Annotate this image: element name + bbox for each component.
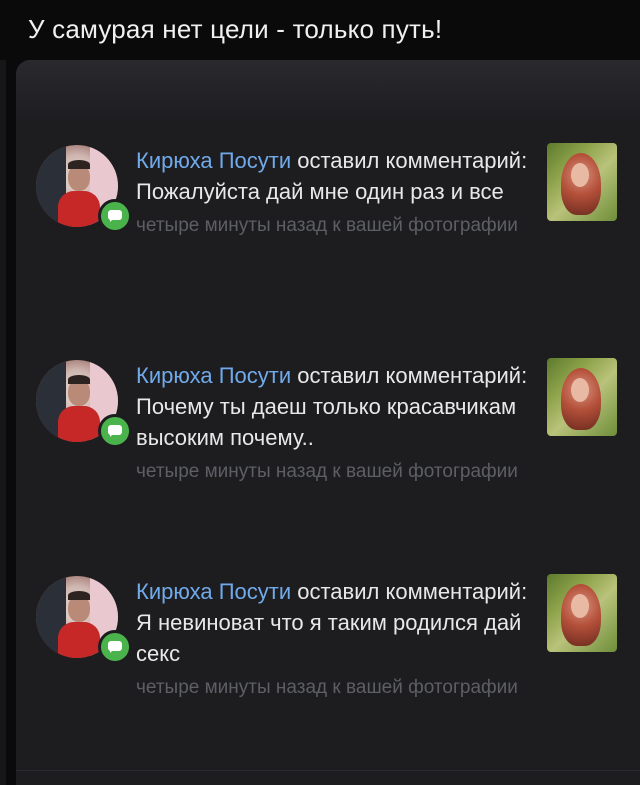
photo-thumbnail[interactable] xyxy=(547,358,617,436)
notification-text: Кирюха Посути оставил комментарий: Пожал… xyxy=(136,145,536,240)
comment-text: Пожалуйста дай мне один раз и все xyxy=(136,179,504,204)
author-link[interactable]: Кирюха Посути xyxy=(136,579,291,604)
notification-item[interactable]: Кирюха Посути оставил комментарий: Пожал… xyxy=(16,143,640,343)
notification-item[interactable]: Кирюха Посути оставил комментарий: Я нев… xyxy=(16,574,640,774)
notification-meta[interactable]: четыре минуты назад к вашей фотографии xyxy=(136,673,536,702)
comment-text: Я невиноват что я таким родился дай секс xyxy=(136,610,522,666)
photo-thumbnail[interactable] xyxy=(547,574,617,652)
notification-text: Кирюха Посути оставил комментарий: Я нев… xyxy=(136,576,536,702)
notification-item[interactable]: Кирюха Посути оставил комментарий: Почем… xyxy=(16,358,640,558)
comment-badge-icon xyxy=(98,414,132,448)
author-link[interactable]: Кирюха Посути xyxy=(136,148,291,173)
notification-meta[interactable]: четыре минуты назад к вашей фотографии xyxy=(136,457,536,486)
action-text: оставил комментарий: xyxy=(297,363,528,388)
panel-bottom-divider xyxy=(16,770,640,771)
comment-badge-icon xyxy=(98,199,132,233)
notification-meta[interactable]: четыре минуты назад к вашей фотографии xyxy=(136,211,536,240)
panel-header xyxy=(16,60,640,122)
left-edge xyxy=(0,60,6,785)
author-link[interactable]: Кирюха Посути xyxy=(136,363,291,388)
post-title: У самурая нет цели - только путь! xyxy=(28,14,443,44)
photo-thumbnail[interactable] xyxy=(547,143,617,221)
comment-badge-icon xyxy=(98,630,132,664)
action-text: оставил комментарий: xyxy=(297,148,528,173)
comment-text: Почему ты даеш только красавчикам высоки… xyxy=(136,394,517,450)
action-text: оставил комментарий: xyxy=(297,579,528,604)
notification-text: Кирюха Посути оставил комментарий: Почем… xyxy=(136,360,536,486)
